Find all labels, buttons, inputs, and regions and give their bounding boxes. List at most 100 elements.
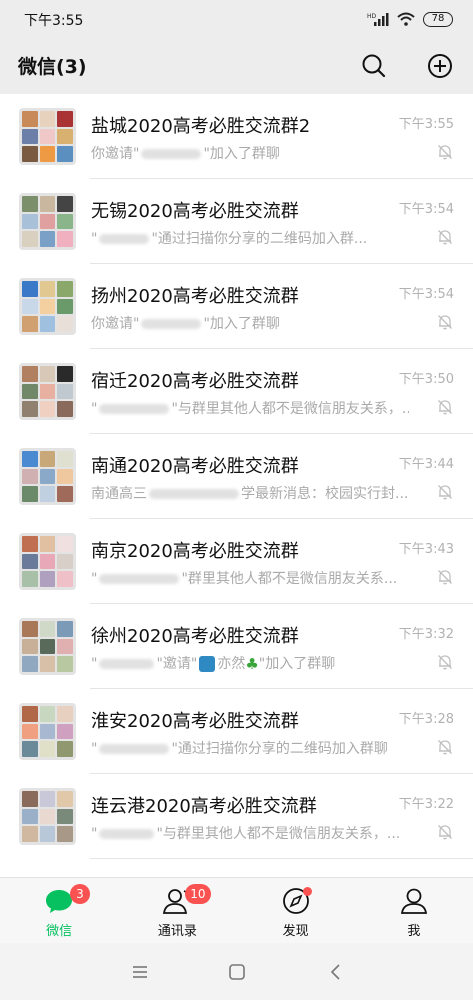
tab-discover[interactable]: 发现 [237, 878, 355, 943]
avatar-tile [39, 298, 56, 315]
avatar-tile [22, 146, 38, 162]
avatar-tile [57, 401, 73, 417]
redacted-name [99, 404, 170, 414]
chat-list-item[interactable]: 淮安2020高考必胜交流群 下午3:28 " "通过扫描你分享的二维码加入群聊 [0, 689, 473, 774]
avatar-tile [22, 366, 38, 382]
avatar-tile [57, 383, 73, 400]
avatar-tile [57, 638, 73, 655]
person-icon [399, 886, 429, 916]
chat-name: 扬州2020高考必胜交流群 [91, 286, 299, 307]
avatar-tile [22, 486, 38, 502]
avatar-tile [57, 791, 73, 807]
avatar-tile [39, 468, 56, 485]
home-icon[interactable] [225, 960, 249, 984]
signal-icon: HD [367, 12, 389, 26]
plus-circle-icon[interactable] [425, 51, 455, 81]
chat-list-item[interactable]: 宿迁2020高考必胜交流群 下午3:50 " "与群里其他人都不是微信朋友关系，... [0, 349, 473, 434]
avatar-tile [22, 213, 38, 230]
status-time: 下午3:55 [24, 13, 84, 29]
avatar-tile [39, 656, 56, 672]
app-header: 微信(3) [0, 38, 473, 94]
group-avatar [19, 363, 76, 420]
avatar-tile [39, 486, 56, 502]
avatar-tile [22, 741, 38, 757]
chat-preview: 你邀请" "加入了群聊 [91, 143, 409, 163]
chat-name: 淮安2020高考必胜交流群 [91, 711, 299, 732]
chat-list-item[interactable]: 扬州2020高考必胜交流群 下午3:54 你邀请" "加入了群聊 [0, 264, 473, 349]
avatar-tile [57, 281, 73, 297]
search-icon[interactable] [359, 51, 389, 81]
contacts-badge: 10 [185, 884, 211, 904]
avatar-tile [39, 621, 56, 637]
chat-preview: " "通过扫描你分享的二维码加入群... [91, 228, 409, 248]
avatar-tile [57, 111, 73, 127]
preview-prefix: " [91, 401, 98, 417]
avatar-tile [39, 196, 56, 212]
chat-name: 南京2020高考必胜交流群 [91, 541, 299, 562]
chat-timestamp: 下午3:50 [398, 372, 454, 387]
tab-contacts[interactable]: 10 通讯录 [118, 878, 236, 943]
menu-icon[interactable] [128, 960, 152, 984]
avatar-tile [22, 536, 38, 552]
chat-list-item[interactable]: 南通2020高考必胜交流群 下午3:44 南通高三 学最新消息：校园实行封... [0, 434, 473, 519]
unread-badge: 3 [70, 884, 90, 904]
chat-list-item[interactable]: 无锡2020高考必胜交流群 下午3:54 " "通过扫描你分享的二维码加入群... [0, 179, 473, 264]
avatar-tile [57, 468, 73, 485]
avatar-tile [57, 808, 73, 825]
avatar-tile [22, 791, 38, 807]
avatar-tile [39, 231, 56, 247]
chat-list-item[interactable]: 盐城2020高考必胜交流群2 下午3:55 你邀请" "加入了群聊 [0, 94, 473, 179]
avatar-tile [39, 213, 56, 230]
preview-user-name: 亦然 [217, 656, 246, 672]
avatar-tile [22, 571, 38, 587]
avatar-tile [22, 111, 38, 127]
avatar-tile [22, 468, 38, 485]
redacted-name [99, 744, 170, 754]
back-icon[interactable] [324, 960, 348, 984]
redacted-name [149, 489, 239, 499]
chat-list[interactable]: 盐城2020高考必胜交流群2 下午3:55 你邀请" "加入了群聊 无锡2020高考必胜… [0, 94, 473, 877]
chat-preview: 南通高三 学最新消息：校园实行封... [91, 483, 409, 503]
preview-prefix: " [91, 826, 98, 842]
chat-list-item[interactable]: 徐州2020高考必胜交流群 下午3:32 " "邀请" 亦然♣"加入了群聊 [0, 604, 473, 689]
chat-name: 宿迁2020高考必胜交流群 [91, 371, 299, 392]
tab-me[interactable]: 我 [355, 878, 473, 943]
avatar-tile [39, 316, 56, 332]
avatar-tile [22, 553, 38, 570]
avatar-tile [57, 231, 73, 247]
avatar-tile [57, 451, 73, 467]
group-avatar [19, 703, 76, 760]
preview-prefix: " [91, 571, 98, 587]
discover-dot [302, 887, 312, 896]
avatar-tile [22, 706, 38, 722]
network-type-label: HD [367, 13, 377, 20]
preview-text: "群里其他人都不是微信朋友关系... [181, 571, 398, 587]
avatar-tile [57, 213, 73, 230]
page-title: 微信(3) [18, 56, 87, 78]
avatar-tile [57, 196, 73, 212]
group-avatar [19, 618, 76, 675]
status-bar: 下午3:55 HD 78 [0, 0, 473, 38]
chat-name: 徐州2020高考必胜交流群 [91, 626, 299, 647]
avatar-tile [57, 366, 73, 382]
preview-text: 学最新消息：校园实行封... [241, 486, 409, 502]
chat-preview: " "与群里其他人都不是微信朋友关系，... [91, 398, 409, 418]
avatar-tile [22, 281, 38, 297]
avatar-tile [57, 128, 73, 145]
avatar-tile [22, 638, 38, 655]
emoji-icon [199, 656, 216, 672]
avatar-tile [22, 316, 38, 332]
group-avatar [19, 278, 76, 335]
avatar-tile [57, 571, 73, 587]
group-avatar [19, 788, 76, 845]
chat-timestamp: 下午3:44 [398, 457, 454, 472]
chat-preview: " "邀请" 亦然♣"加入了群聊 [91, 653, 409, 673]
redacted-name [141, 319, 202, 329]
avatar-tile [22, 298, 38, 315]
avatar-tile [39, 706, 56, 722]
chat-list-item[interactable]: 南京2020高考必胜交流群 下午3:43 " "群里其他人都不是微信朋友关系... [0, 519, 473, 604]
mute-bell-icon [438, 655, 452, 670]
avatar-tile [57, 826, 73, 842]
chat-list-item[interactable]: 连云港2020高考必胜交流群 下午3:22 " "与群里其他人都不是微信朋友关系，..… [0, 774, 473, 859]
tab-chats[interactable]: 3 微信 [0, 878, 118, 943]
